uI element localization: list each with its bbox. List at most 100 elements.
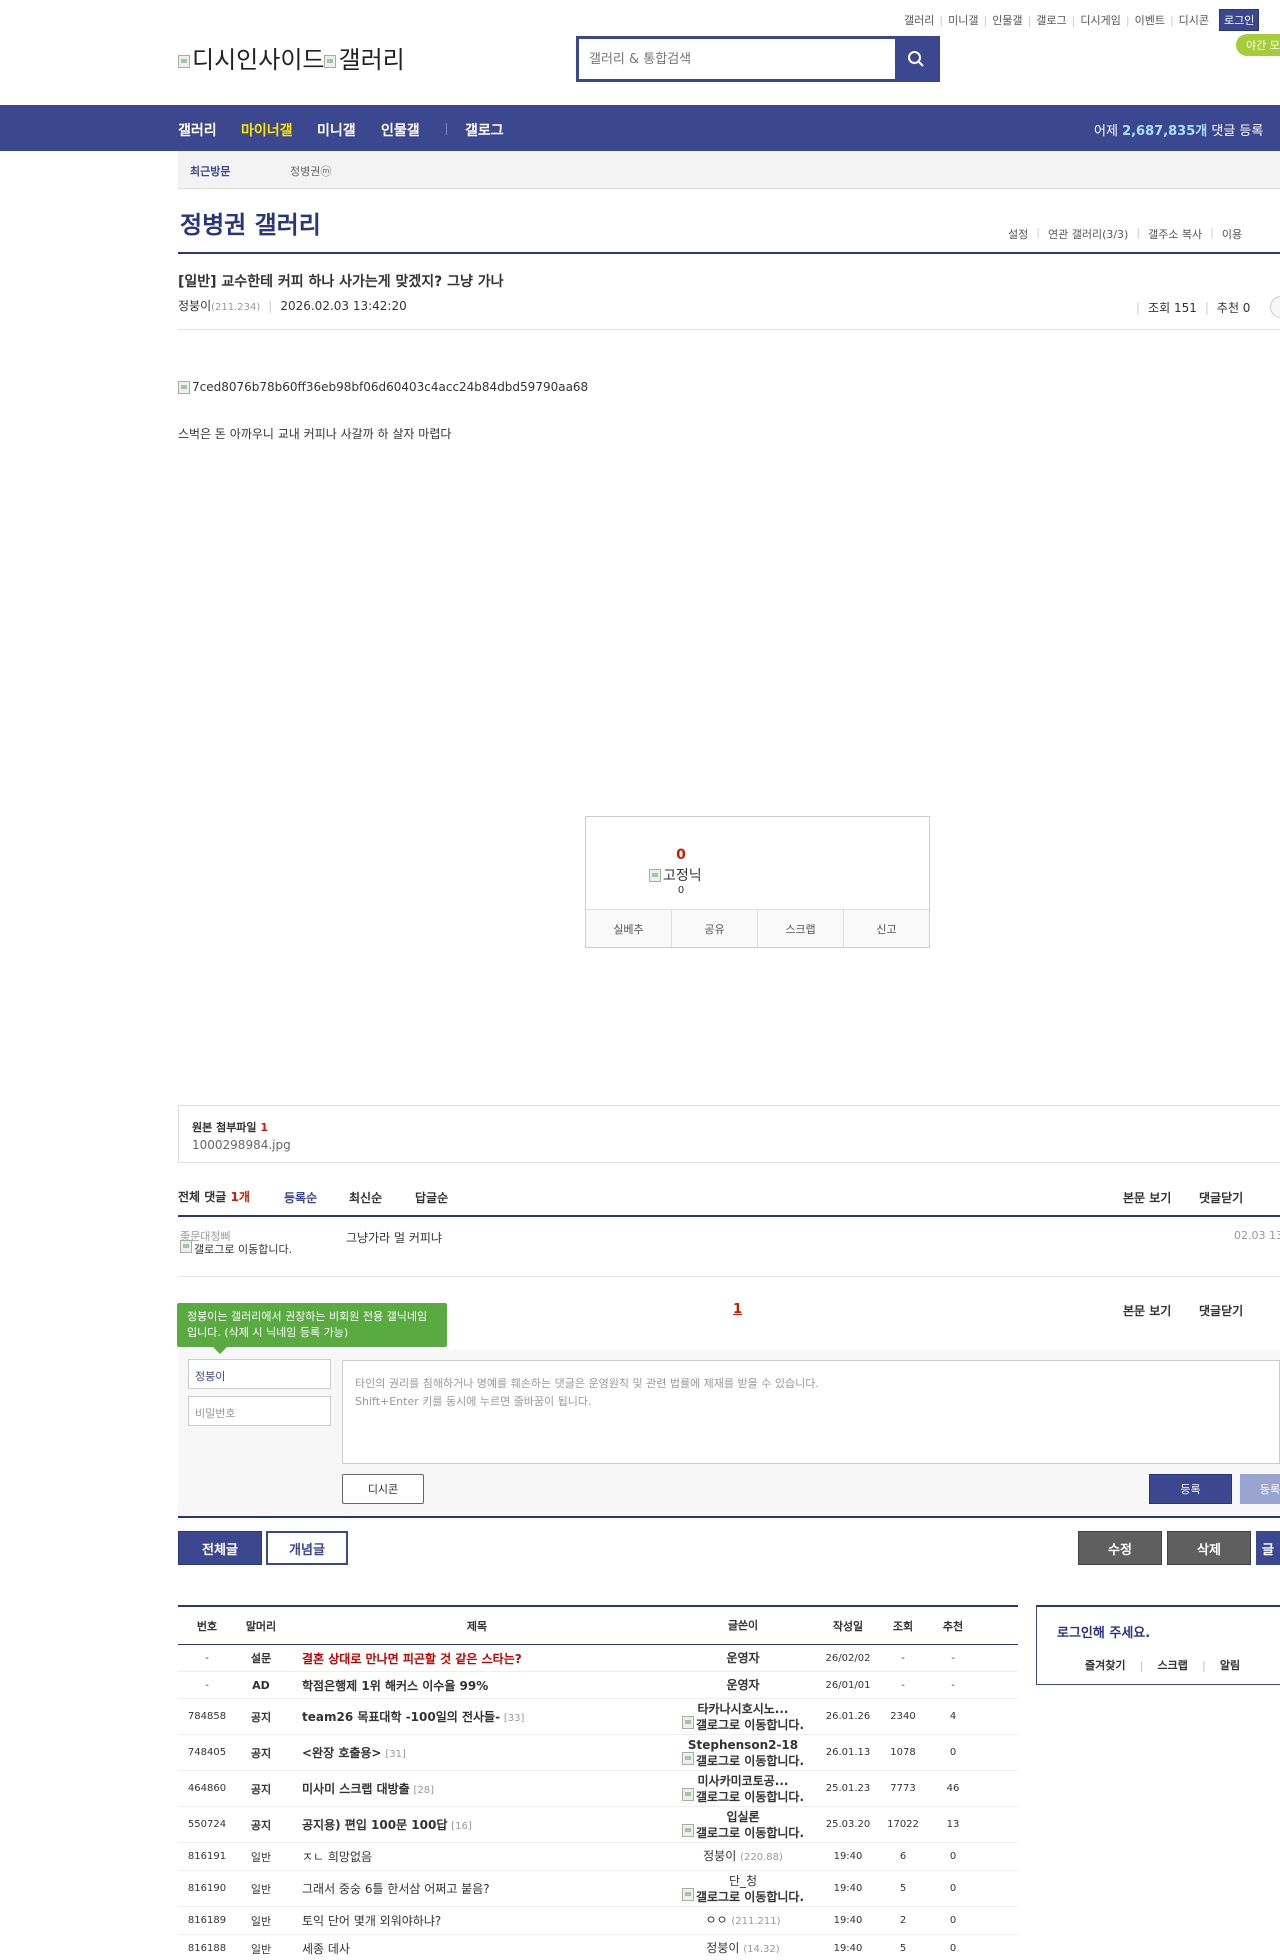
sort-registered[interactable]: 등록순	[284, 1189, 317, 1206]
post-writer[interactable]: 입실론 갤로그로 이동합니다.	[668, 1810, 818, 1840]
name-field[interactable]: 정붕이	[188, 1359, 331, 1389]
gnb-minor[interactable]: 마이너갤	[241, 120, 293, 140]
sort-latest[interactable]: 최신순	[349, 1189, 382, 1206]
gnb-mini[interactable]: 미니갤	[317, 120, 356, 140]
close-comments-link-bottom[interactable]: 댓글닫기	[1199, 1302, 1243, 1319]
post-writer[interactable]: 정붕이 (14.32)	[668, 1941, 818, 1957]
top-link-dccon[interactable]: 디시콘	[1179, 12, 1209, 28]
share-button[interactable]: 공유	[672, 910, 758, 947]
post-title-link[interactable]: 학점은행제 1위 해커스 이수율 99%	[286, 1677, 668, 1694]
table-row[interactable]: 550724 공지 공지용) 편입 100문 100답 [16] 입실론 갤로그로 이동…	[178, 1807, 1018, 1843]
related-gallery-link[interactable]: 연관 갤러리(3/3)	[1048, 226, 1128, 242]
realbest-button[interactable]: 실베추	[586, 910, 672, 947]
recent-visit-item[interactable]: 정병권ⓜ	[290, 163, 331, 179]
writer-gallog-link[interactable]: 갤로그로 이동합니다.	[668, 1715, 818, 1732]
post-writer[interactable]: 타카나시호시노... 갤로그로 이동합니다.	[668, 1702, 818, 1732]
post-writer[interactable]: Stephenson2-18 갤로그로 이동합니다.	[668, 1738, 818, 1768]
post-subject: 공지	[250, 1710, 272, 1724]
top-link-mini[interactable]: 미니갤	[948, 12, 978, 28]
notification-link[interactable]: 알림	[1220, 1659, 1240, 1672]
comment-gallog-link[interactable]: 갤로그로 이동합니다.	[180, 1240, 320, 1256]
table-row[interactable]: 816189 일반 토익 단어 몇개 외워야하냐? ㅇㅇ (211.211) 19:40…	[178, 1907, 1018, 1935]
top-link-person[interactable]: 인물갤	[992, 12, 1022, 28]
writer-gallog-link[interactable]: 갤로그로 이동합니다.	[668, 1823, 818, 1840]
top-link-event[interactable]: 이벤트	[1135, 12, 1165, 28]
writer-gallog-link[interactable]: 갤로그로 이동합니다.	[668, 1751, 818, 1768]
post-title-link[interactable]: 미사미 스크랩 대방출 [28]	[286, 1780, 668, 1797]
post-writer[interactable]: ㅇㅇ (211.211)	[668, 1913, 818, 1929]
comment-total: 전체 댓글 1개	[178, 1190, 250, 1204]
post-title-link[interactable]: 세종 데사	[286, 1940, 668, 1957]
password-field[interactable]: 비밀번호	[188, 1396, 331, 1426]
top-link-gallog[interactable]: 갤로그	[1036, 12, 1066, 28]
gnb-gallog[interactable]: 갤로그	[465, 120, 504, 140]
table-row[interactable]: - AD 학점은행제 1위 해커스 이수율 99% 운영자 26/01/01 - -	[178, 1672, 1018, 1699]
comment-text: 그냥가라 멀 커피냐	[346, 1231, 442, 1245]
comment-page-1[interactable]: 1	[733, 1302, 742, 1317]
table-row[interactable]: 816191 일반 ㅈㄴ 희망없음 정붕이 (220.88) 19:40 6 0	[178, 1843, 1018, 1871]
post-title-link[interactable]: 결혼 상대로 만나면 피곤할 것 같은 스타는?	[286, 1650, 668, 1667]
post-title-link[interactable]: 공지용) 편입 100문 100답 [16]	[286, 1816, 668, 1833]
all-posts-button[interactable]: 전체글	[178, 1531, 262, 1565]
top-links: 갤러리 | 미니갤 | 인물갤 | 갤로그 | 디시게임 | 이벤트 | 디시콘 로그인	[904, 9, 1260, 31]
favorites-link[interactable]: 즐겨찾기	[1085, 1659, 1125, 1672]
delete-button[interactable]: 삭제	[1167, 1531, 1251, 1565]
post-title-link[interactable]: <완장 호출용> [31]	[286, 1744, 668, 1761]
post-writer[interactable]: 단_청 갤로그로 이동합니다.	[668, 1874, 818, 1904]
submit-button[interactable]: 등록	[1149, 1474, 1232, 1504]
comment-textarea[interactable]: 타인의 권리를 침해하거나 명예를 훼손하는 댓글은 운영원칙 및 관련 법률에…	[342, 1360, 1280, 1464]
table-row[interactable]: 816190 일반 그래서 중숭 6틀 한서삼 어쩌고 붙음? 단_청 갤로그로 이동합…	[178, 1871, 1018, 1907]
table-row[interactable]: 748405 공지 <완장 호출용> [31] Stephenson2-18 갤로그로 …	[178, 1735, 1018, 1771]
table-row[interactable]: 816188 일반 세종 데사 정붕이 (14.32) 19:40 5 0	[178, 1935, 1018, 1960]
post-option-button[interactable]	[1270, 296, 1280, 318]
divider	[178, 1276, 1280, 1277]
sort-replies[interactable]: 답글순	[415, 1189, 448, 1206]
writer-gallog-link[interactable]: 갤로그로 이동합니다.	[668, 1787, 818, 1804]
attachment-file-link[interactable]: 1000298984.jpg	[192, 1138, 291, 1152]
report-button[interactable]: 신고	[844, 910, 929, 947]
dccon-button[interactable]: 디시콘	[342, 1474, 424, 1504]
post-body: 스벅은 돈 아까우니 교내 커피나 사갈까 하 살자 마렵다	[178, 427, 452, 441]
edit-button[interactable]: 수정	[1078, 1531, 1162, 1565]
copy-address-link[interactable]: 갤주소 복사	[1148, 226, 1202, 242]
post-writer[interactable]: 정붕이 (220.88)	[668, 1849, 818, 1865]
top-link-game[interactable]: 디시게임	[1080, 12, 1120, 28]
post-writer[interactable]: 운영자	[668, 1651, 818, 1665]
gnb-person[interactable]: 인물갤	[381, 120, 420, 140]
gnb-gallery[interactable]: 갤러리	[178, 120, 217, 140]
writer-ip: (220.88)	[740, 1851, 783, 1863]
fixed-nick-recommend[interactable]: 고정닉	[649, 865, 702, 885]
submit-recommend-button[interactable]: 등록	[1240, 1474, 1280, 1504]
site-logo[interactable]: 디시인사이드 갤러리	[178, 40, 405, 75]
gnb-divider	[446, 123, 447, 135]
write-button[interactable]: 글	[1256, 1531, 1280, 1565]
concept-posts-button[interactable]: 개념글	[266, 1531, 348, 1565]
post-writer[interactable]: 운영자	[668, 1678, 818, 1692]
table-row[interactable]: 464860 공지 미사미 스크랩 대방출 [28] 미사카미코토공... 갤로그로 이…	[178, 1771, 1018, 1807]
table-row[interactable]: 784858 공지 team26 목표대학 -100일의 전사들- [33] 타카나시…	[178, 1699, 1018, 1735]
usage-link[interactable]: 이용	[1222, 226, 1242, 242]
view-body-link[interactable]: 본문 보기	[1123, 1189, 1171, 1206]
gallery-title[interactable]: 정병권 갤러리	[180, 205, 321, 240]
search-button[interactable]	[895, 39, 937, 79]
post-author[interactable]: 정붕이	[178, 299, 211, 313]
view-body-link-bottom[interactable]: 본문 보기	[1123, 1302, 1171, 1319]
post-writer[interactable]: 미사카미코토공... 갤로그로 이동합니다.	[668, 1774, 818, 1804]
post-number: 816191	[187, 1851, 227, 1862]
login-prompt[interactable]: 로그인해 주세요.	[1057, 1622, 1150, 1641]
scrap-link[interactable]: 스크랩	[1158, 1659, 1188, 1672]
writer-gallog-link[interactable]: 갤로그로 이동합니다.	[668, 1887, 818, 1904]
post-title-link[interactable]: ㅈㄴ 희망없음	[286, 1848, 668, 1865]
post-title-link[interactable]: team26 목표대학 -100일의 전사들- [33]	[286, 1708, 668, 1725]
scrap-button[interactable]: 스크랩	[758, 910, 844, 947]
close-comments-link[interactable]: 댓글닫기	[1199, 1189, 1243, 1206]
gallery-settings-link[interactable]: 설정	[1008, 226, 1028, 242]
top-link-gallery[interactable]: 갤러리	[904, 12, 934, 28]
night-mode-button[interactable]: 야간 모	[1236, 34, 1280, 56]
login-button[interactable]: 로그인	[1219, 9, 1260, 31]
table-row[interactable]: - 설문 결혼 상대로 만나면 피곤할 것 같은 스타는? 운영자 26/02/02 - -	[178, 1645, 1018, 1672]
post-title-link[interactable]: 그래서 중숭 6틀 한서삼 어쩌고 붙음?	[286, 1880, 668, 1897]
login-box: 로그인해 주세요. 즐겨찾기 | 스크랩 | 알림	[1036, 1605, 1280, 1685]
post-title-link[interactable]: 토익 단어 몇개 외워야하냐?	[286, 1912, 668, 1929]
search-input[interactable]	[579, 39, 895, 79]
